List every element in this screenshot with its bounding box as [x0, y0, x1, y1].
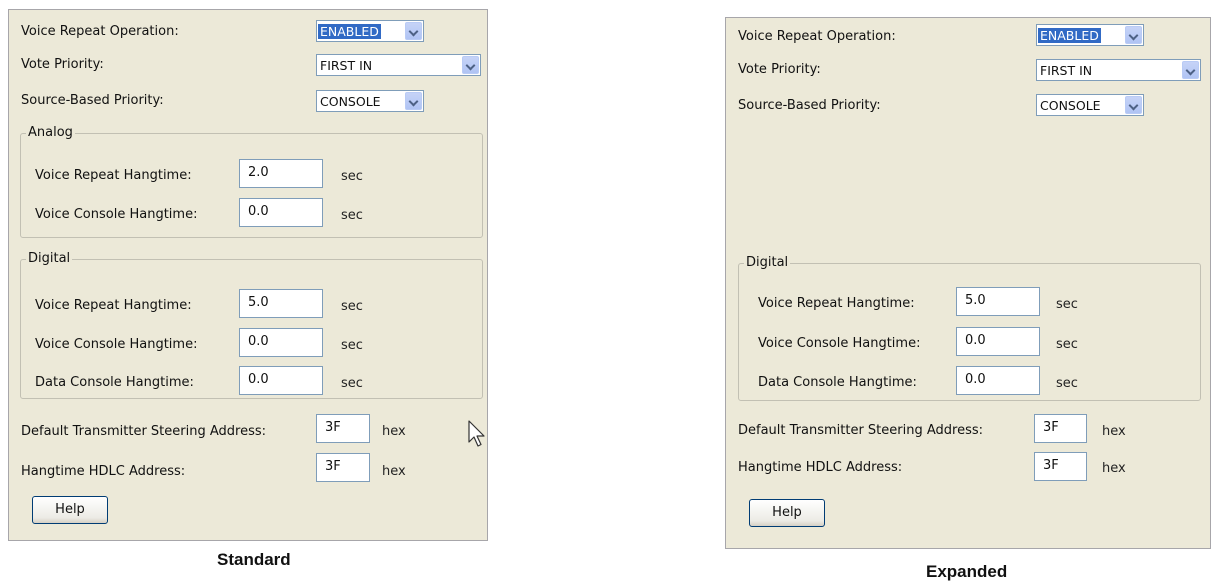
chevron-down-icon[interactable] [1125, 96, 1142, 114]
digital-data-console-hangtime-input[interactable]: 0.0 [239, 366, 323, 395]
sec-unit: sec [341, 376, 363, 391]
source-based-priority-select[interactable]: CONSOLE [316, 90, 424, 112]
digital-voice-repeat-hangtime-input[interactable]: 5.0 [956, 287, 1040, 316]
digital-voice-repeat-hangtime-label: Voice Repeat Hangtime: [758, 296, 915, 311]
digital-group: Digital Voice Repeat Hangtime: 5.0 sec V… [20, 251, 483, 399]
digital-voice-console-hangtime-input[interactable]: 0.0 [956, 327, 1040, 356]
digital-voice-repeat-hangtime-input[interactable]: 5.0 [239, 289, 323, 318]
default-tx-steering-input[interactable]: 3F [1034, 414, 1087, 443]
digital-voice-console-hangtime-label: Voice Console Hangtime: [35, 337, 198, 352]
hex-unit: hex [382, 464, 406, 479]
hex-unit: hex [1102, 424, 1126, 439]
sec-unit: sec [1056, 376, 1078, 391]
analog-group: Analog Voice Repeat Hangtime: 2.0 sec Vo… [20, 125, 483, 238]
analog-voice-repeat-hangtime-input[interactable]: 2.0 [239, 159, 323, 188]
digital-group-title: Digital [26, 251, 73, 266]
digital-group: Digital Voice Repeat Hangtime: 5.0 sec V… [738, 255, 1201, 401]
voice-repeat-operation-label: Voice Repeat Operation: [21, 24, 179, 39]
vote-priority-label: Vote Priority: [738, 62, 821, 77]
source-based-priority-value: CONSOLE [320, 94, 381, 109]
hangtime-hdlc-input[interactable]: 3F [316, 453, 370, 482]
source-based-priority-value: CONSOLE [1040, 98, 1101, 113]
chevron-down-icon[interactable] [405, 22, 422, 40]
vote-priority-select[interactable]: FIRST IN [316, 54, 481, 76]
vote-priority-value: FIRST IN [1040, 63, 1093, 78]
analog-group-title: Analog [26, 125, 75, 140]
mouse-pointer-icon [468, 420, 485, 447]
sec-unit: sec [341, 169, 363, 184]
source-based-priority-label: Source-Based Priority: [21, 93, 164, 108]
hangtime-hdlc-label: Hangtime HDLC Address: [738, 460, 903, 475]
vote-priority-select[interactable]: FIRST IN [1036, 59, 1201, 81]
sec-unit: sec [1056, 297, 1078, 312]
analog-voice-console-hangtime-input[interactable]: 0.0 [239, 198, 323, 227]
chevron-down-icon[interactable] [1182, 61, 1199, 79]
help-button[interactable]: Help [749, 499, 825, 527]
hangtime-hdlc-input[interactable]: 3F [1034, 452, 1087, 481]
voice-repeat-operation-label: Voice Repeat Operation: [738, 29, 896, 44]
digital-data-console-hangtime-label: Data Console Hangtime: [35, 375, 194, 390]
default-tx-steering-input[interactable]: 3F [316, 414, 370, 443]
digital-data-console-hangtime-label: Data Console Hangtime: [758, 375, 917, 390]
source-based-priority-label: Source-Based Priority: [738, 98, 881, 113]
sec-unit: sec [1056, 337, 1078, 352]
digital-voice-console-hangtime-label: Voice Console Hangtime: [758, 336, 921, 351]
sec-unit: sec [341, 338, 363, 353]
digital-voice-repeat-hangtime-label: Voice Repeat Hangtime: [35, 298, 192, 313]
standard-caption: Standard [217, 550, 291, 569]
help-button[interactable]: Help [32, 496, 108, 524]
hex-unit: hex [382, 424, 406, 439]
analog-voice-repeat-hangtime-label: Voice Repeat Hangtime: [35, 168, 192, 183]
vote-priority-value: FIRST IN [320, 58, 373, 73]
voice-repeat-operation-select[interactable]: ENABLED [1036, 24, 1144, 46]
chevron-down-icon[interactable] [1125, 26, 1142, 44]
standard-panel: Voice Repeat Operation: ENABLED Vote Pri… [8, 9, 488, 541]
voice-repeat-operation-value: ENABLED [318, 24, 381, 39]
default-tx-steering-label: Default Transmitter Steering Address: [21, 424, 267, 439]
digital-voice-console-hangtime-input[interactable]: 0.0 [239, 328, 323, 357]
expanded-caption: Expanded [926, 562, 1008, 581]
default-tx-steering-label: Default Transmitter Steering Address: [738, 423, 984, 438]
voice-repeat-operation-value: ENABLED [1038, 28, 1101, 43]
chevron-down-icon[interactable] [462, 56, 479, 74]
hex-unit: hex [1102, 461, 1126, 476]
sec-unit: sec [341, 299, 363, 314]
digital-group-title: Digital [744, 255, 791, 270]
voice-repeat-operation-select[interactable]: ENABLED [316, 20, 424, 42]
chevron-down-icon[interactable] [405, 92, 422, 110]
expanded-panel: Voice Repeat Operation: ENABLED Vote Pri… [725, 17, 1211, 549]
vote-priority-label: Vote Priority: [21, 57, 104, 72]
hangtime-hdlc-label: Hangtime HDLC Address: [21, 464, 186, 479]
source-based-priority-select[interactable]: CONSOLE [1036, 94, 1144, 116]
digital-data-console-hangtime-input[interactable]: 0.0 [956, 366, 1040, 395]
analog-voice-console-hangtime-label: Voice Console Hangtime: [35, 207, 198, 222]
sec-unit: sec [341, 208, 363, 223]
